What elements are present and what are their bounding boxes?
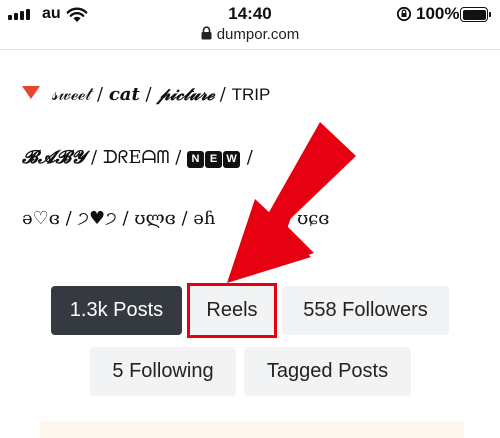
bio-word: cat (108, 84, 140, 105)
battery-percent: 100% (416, 4, 460, 23)
bio-word: TRIP (231, 85, 271, 104)
bio-word: ə♡ɞ (22, 208, 60, 229)
url-text: dumpor.com (216, 26, 300, 43)
following-button[interactable]: 5 Following (90, 347, 236, 396)
bio-word: əɦ (193, 208, 216, 229)
bio-word: N (318, 147, 335, 168)
posts-button[interactable]: 1.3k Posts (51, 286, 182, 335)
rotation-lock-icon (396, 6, 412, 22)
bio-line-3: ə♡ɞ / ੭♥੭ / ʊლɞ / əɦ / ʊɕɞ (22, 208, 330, 229)
bio-word: ᗪᖇEᗩᗰ (102, 147, 170, 168)
bio-word: ੭♥੭ (77, 208, 117, 229)
bio-word: 𝓅𝒾𝒸𝓉𝓊𝓇ℯ (157, 84, 215, 105)
followers-button[interactable]: 558 Followers (282, 286, 449, 335)
bio-line-2: 𝓑𝓐𝓑𝓨 / ᗪᖇEᗩᗰ / NEW / N (22, 147, 335, 168)
padlock-icon (201, 26, 212, 40)
address-bar[interactable]: dumpor.com (0, 26, 500, 48)
content-strip (40, 421, 464, 438)
red-triangle-icon (22, 86, 40, 99)
bio-word: ʊɕɞ (297, 208, 330, 229)
new-badge: NEW (187, 147, 241, 168)
bio-word: ʊლɞ (134, 208, 176, 229)
battery-icon (460, 7, 491, 22)
tagged-posts-button[interactable]: Tagged Posts (244, 347, 411, 396)
bio-word: 𝓈𝓌ℯℯ𝓉 (52, 84, 92, 105)
divider (0, 49, 500, 50)
bio-line-1: 𝓈𝓌ℯℯ𝓉 / cat / 𝓅𝒾𝒸𝓉𝓊𝓇ℯ / TRIP (22, 84, 270, 105)
bio-word: 𝓑𝓐𝓑𝓨 (22, 147, 86, 168)
heart-icon: ♥ (89, 208, 106, 229)
reels-button[interactable]: Reels (190, 286, 274, 335)
